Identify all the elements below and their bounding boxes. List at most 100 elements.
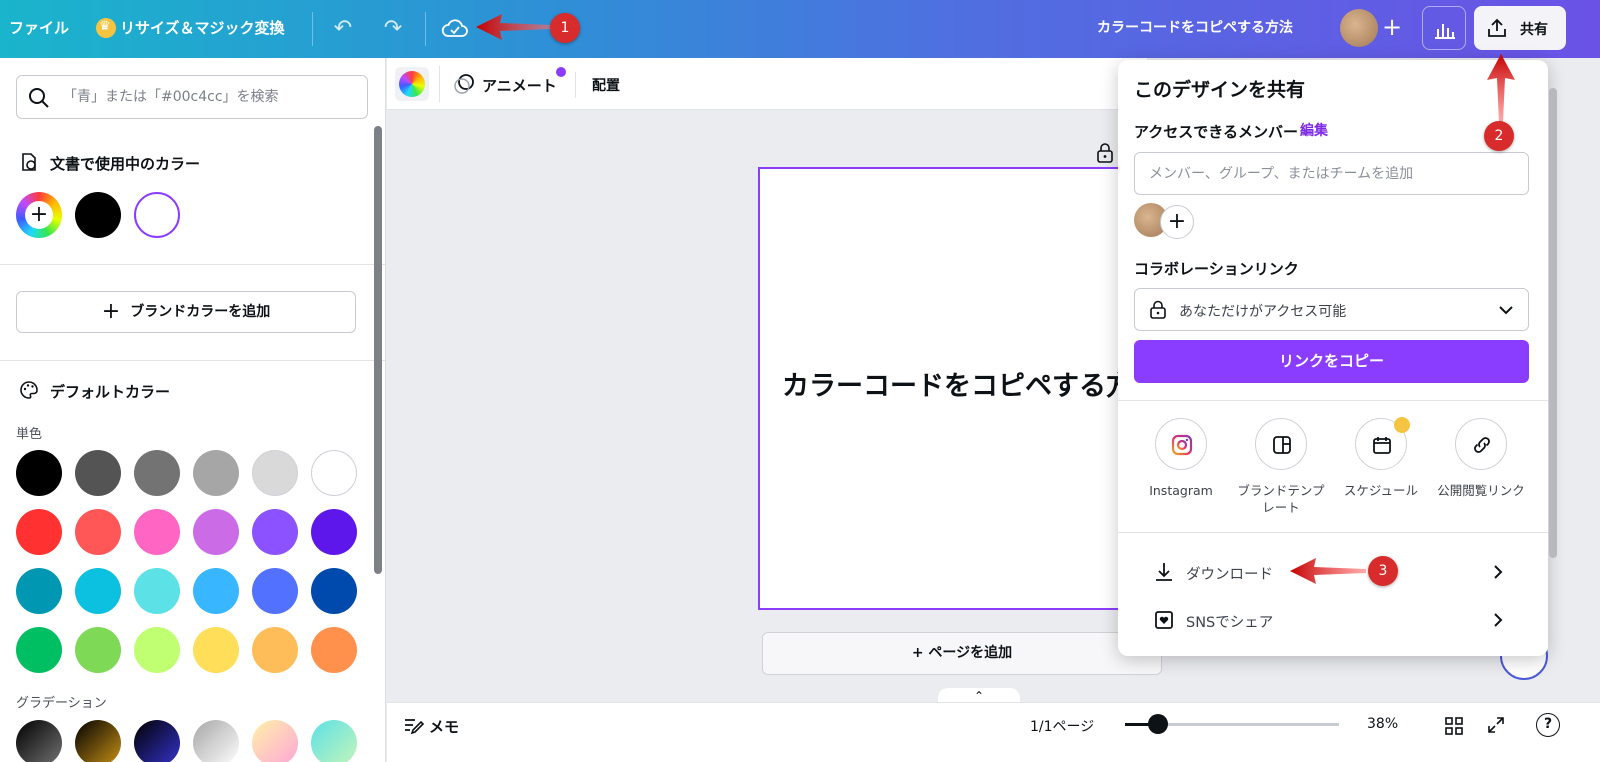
popup-scrollbar-thumb[interactable] [1549, 88, 1557, 558]
color-swatch[interactable] [311, 627, 357, 673]
doc-color-swatch[interactable] [134, 192, 180, 238]
redo-icon[interactable]: ↷ [378, 14, 408, 44]
member-input-field[interactable] [1134, 152, 1529, 195]
annotation-arrow-2 [1487, 54, 1515, 122]
add-member-button[interactable]: + [1372, 8, 1412, 48]
schedule-button[interactable] [1355, 417, 1410, 470]
gradient-swatch[interactable] [193, 720, 239, 762]
share-popup-title: このデザインを共有 [1134, 79, 1306, 101]
share-button[interactable]: 共有 [1474, 6, 1566, 50]
color-swatch[interactable] [134, 450, 180, 496]
add-color-button[interactable]: + [16, 192, 62, 238]
canvas-toolbar: アニメート 配置 [387, 58, 1147, 110]
divider [1118, 400, 1548, 401]
share-option-label: 公開閲覧リンク [1437, 483, 1525, 498]
share-option-label: ブランドテンプ レート [1237, 483, 1325, 515]
color-swatch[interactable] [16, 450, 62, 496]
color-swatch[interactable] [193, 509, 239, 555]
collab-link-label: コラボレーションリンク [1134, 260, 1299, 278]
color-swatch[interactable] [16, 509, 62, 555]
copy-link-button[interactable]: リンクをコピー [1134, 340, 1529, 383]
color-swatch[interactable] [75, 568, 121, 614]
gradient-swatch[interactable] [311, 720, 357, 762]
page-heading-text[interactable]: カラーコードをコピペする方法 [782, 364, 1156, 403]
undo-icon[interactable]: ↶ [328, 14, 358, 44]
document-title[interactable]: カラーコードをコピペする方法 [1097, 17, 1293, 37]
fullscreen-icon[interactable] [1486, 715, 1506, 735]
color-swatch[interactable] [252, 627, 298, 673]
color-swatch[interactable] [252, 568, 298, 614]
zoom-level[interactable]: 38% [1367, 716, 1398, 732]
add-page-button[interactable]: + ページを追加 [762, 632, 1162, 675]
color-swatch[interactable] [311, 509, 357, 555]
color-swatch[interactable] [16, 568, 62, 614]
upload-icon [1488, 18, 1506, 37]
heart-icon [1155, 611, 1173, 629]
doc-color-swatch[interactable] [75, 192, 121, 238]
gradient-swatch[interactable] [75, 720, 121, 762]
public-link-button[interactable] [1455, 418, 1507, 470]
cloud-saved-icon[interactable] [441, 15, 469, 45]
color-swatch[interactable] [75, 450, 121, 496]
color-swatch[interactable] [134, 627, 180, 673]
color-swatch[interactable] [311, 450, 357, 496]
notes-button[interactable]: メモ [429, 716, 459, 737]
analytics-button[interactable] [1422, 6, 1466, 50]
share-option-public-link[interactable]: 公開閲覧リンク [1431, 418, 1531, 499]
search-icon [29, 88, 49, 108]
chevron-right-icon [1494, 613, 1503, 627]
share-label: 共有 [1520, 22, 1548, 38]
color-search[interactable] [16, 75, 368, 119]
color-swatch[interactable] [252, 450, 298, 496]
color-swatch[interactable] [75, 627, 121, 673]
default-colors-title: デフォルトカラー [50, 383, 171, 401]
brand-add-label: ブランドカラーを追加 [130, 304, 271, 320]
document-palette-icon [22, 153, 36, 171]
chevron-down-icon [1499, 306, 1513, 315]
color-swatch[interactable] [252, 509, 298, 555]
gradient-swatch[interactable] [134, 720, 180, 762]
position-button[interactable]: 配置 [592, 75, 620, 95]
add-brand-color-button[interactable]: + ブランドカラーを追加 [16, 291, 356, 333]
lock-icon[interactable] [1096, 142, 1114, 164]
color-swatch[interactable] [311, 568, 357, 614]
gradient-swatch[interactable] [16, 720, 62, 762]
text-color-button[interactable] [395, 67, 429, 101]
edit-link[interactable]: 編集 [1300, 120, 1328, 140]
chevron-right-icon [1494, 565, 1503, 579]
color-swatch[interactable] [193, 627, 239, 673]
sns-share-row[interactable]: SNSでシェア [1118, 598, 1548, 642]
grid-view-icon[interactable] [1444, 716, 1464, 736]
access-members-label: アクセスできるメンバー [1134, 123, 1298, 141]
color-panel: 文書で使用中のカラー + + ブランドカラーを追加 デフォルトカラー 単色 グラデ… [0, 58, 386, 762]
share-option-instagram[interactable]: Instagram [1131, 418, 1231, 499]
color-swatch[interactable] [134, 568, 180, 614]
animate-button[interactable]: アニメート [482, 75, 557, 96]
share-option-label: スケジュール [1343, 483, 1419, 498]
access-select[interactable]: あなただけがアクセス可能 [1134, 288, 1529, 331]
search-input[interactable] [63, 86, 353, 108]
add-member-button[interactable]: + [1160, 205, 1194, 239]
design-page[interactable]: カラーコードをコピペする方法 [758, 167, 1158, 610]
color-swatch[interactable] [193, 568, 239, 614]
resize-magic-button[interactable]: リサイズ＆マジック変換 [120, 17, 285, 38]
panel-scrollbar[interactable] [374, 126, 382, 574]
help-icon[interactable]: ? [1536, 713, 1560, 737]
share-option-brand-template[interactable]: ブランドテンプ レート [1231, 418, 1331, 516]
top-bar: ファイル リサイズ＆マジック変換 ↶ ↷ カラーコードをコピペする方法 + 共有 [0, 0, 1600, 58]
color-swatch[interactable] [193, 450, 239, 496]
member-input[interactable] [1149, 163, 1509, 185]
file-menu[interactable]: ファイル [9, 17, 69, 38]
zoom-slider-thumb[interactable] [1147, 714, 1168, 734]
color-swatch[interactable] [16, 627, 62, 673]
color-swatch[interactable] [75, 509, 121, 555]
instagram-button[interactable] [1155, 418, 1207, 470]
page-indicator[interactable]: 1/1ページ [1030, 716, 1094, 736]
brand-template-button[interactable] [1255, 418, 1307, 470]
gradient-swatch[interactable] [252, 720, 298, 762]
color-swatch[interactable] [134, 509, 180, 555]
popup-scrollbar[interactable] [1548, 60, 1562, 656]
share-option-schedule[interactable]: スケジュール [1331, 417, 1431, 499]
crown-icon [96, 18, 116, 38]
premium-crown-icon [1394, 417, 1410, 433]
